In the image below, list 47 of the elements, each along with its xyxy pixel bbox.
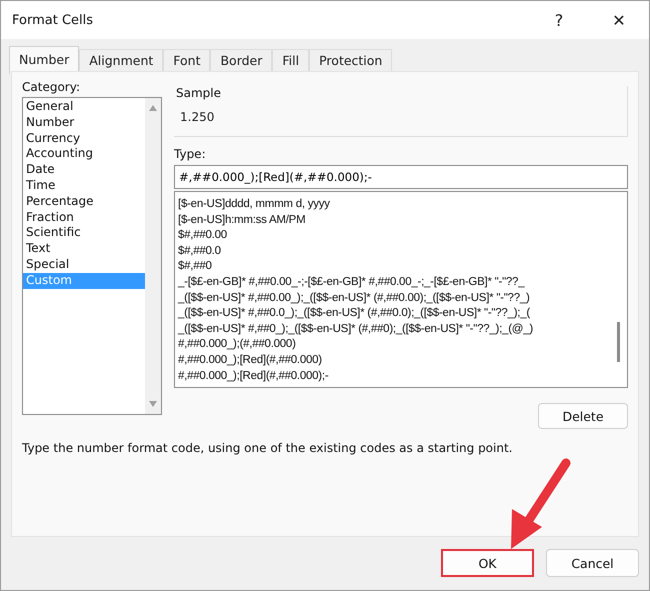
window-title: Format Cells — [12, 12, 94, 28]
format-item[interactable]: $#,##0.00 — [178, 228, 611, 244]
close-button[interactable]: ✕ — [589, 1, 649, 39]
sample-value: 1.250 — [180, 110, 216, 124]
format-item[interactable]: #,##0.000_);(#,##0.000) — [178, 337, 611, 353]
category-list[interactable]: General Number Currency Accounting Date Time Percentage Fraction Scientific Text Special Custom — [22, 97, 162, 415]
type-label: Type: — [174, 147, 207, 161]
format-item[interactable]: #,##0.000_);[Red](#,##0.000) — [178, 352, 611, 369]
dialog-button[interactable]: OK — [441, 549, 534, 577]
format-item[interactable]: _([$$-en-US]* #,##0.0_);_([$$-en-US]* (#,##0.0);_([$$-en-US]* "-"??_);_( — [178, 306, 611, 322]
category-item[interactable]: Percentage — [23, 194, 145, 210]
category-item[interactable]: Special — [23, 256, 145, 273]
tab[interactable]: Font — [163, 49, 210, 71]
scroll-down-icon[interactable] — [148, 400, 158, 408]
delete-button[interactable]: Delete — [538, 403, 628, 429]
tab[interactable]: Number — [9, 46, 80, 74]
tab[interactable]: Alignment — [79, 49, 164, 71]
scroll-thumb[interactable] — [617, 322, 620, 362]
format-item[interactable]: $#,##0.0 — [178, 244, 611, 260]
category-item[interactable]: Time — [23, 178, 145, 194]
help-button[interactable]: ? — [529, 1, 589, 39]
tab[interactable]: Border — [210, 49, 272, 71]
category-item[interactable]: Text — [23, 241, 145, 257]
category-item[interactable]: Accounting — [23, 146, 145, 162]
tab[interactable]: Protection — [309, 49, 392, 71]
sample-label: Sample — [176, 86, 222, 100]
category-item[interactable]: General — [23, 99, 145, 115]
category-item[interactable]: Fraction — [23, 210, 145, 226]
category-item[interactable]: Scientific — [23, 225, 145, 242]
dialog-button[interactable]: Cancel — [546, 549, 639, 577]
category-item[interactable]: Date — [23, 162, 145, 178]
format-item[interactable]: [$-en-US]dddd, mmmm d, yyyy — [178, 197, 611, 213]
category-item[interactable]: Number — [23, 114, 145, 131]
format-item[interactable]: _([$$-en-US]* #,##0_);_([$$-en-US]* (#,##0);_([$$-en-US]* "-"??_);_(@_) — [178, 322, 611, 338]
format-item[interactable]: _([$$-en-US]* #,##0.00_);_([$$-en-US]* (#,##0.00);_([$$-en-US]* "-"??_) — [178, 290, 611, 306]
category-label: Category: — [22, 80, 81, 94]
scrollbar[interactable] — [145, 98, 161, 414]
format-item[interactable]: [$-en-US]h:mm:ss AM/PM — [178, 212, 611, 228]
format-item[interactable]: _-[$£-en-GB]* #,##0.00_-;-[$£-en-GB]* #,##0.00_-;_-[$£-en-GB]* "-"??_ — [178, 274, 611, 291]
tab[interactable]: Fill — [272, 49, 310, 71]
hint-text: Type the number format code, using one of the existing codes as a starting point. — [22, 441, 514, 455]
type-input-field[interactable]: #,##0.000_);[Red](#,##0.000);- — [174, 165, 628, 189]
format-list[interactable] — [174, 191, 628, 388]
format-item[interactable]: $#,##0 — [178, 259, 611, 275]
scroll-up-icon[interactable] — [148, 104, 158, 112]
format-item[interactable]: #,##0.000_);[Red](#,##0.000);- — [178, 368, 611, 384]
category-item[interactable]: Currency — [23, 130, 145, 146]
